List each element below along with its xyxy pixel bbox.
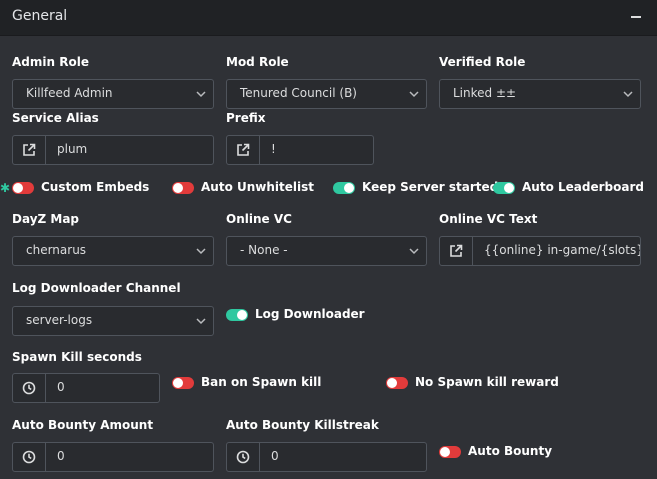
external-link-icon[interactable]	[440, 237, 473, 265]
log-downloader-toggle[interactable]	[226, 309, 248, 321]
bounty-killstreak-input[interactable]: 0	[226, 442, 427, 472]
log-channel-label: Log Downloader Channel	[12, 281, 181, 295]
admin-role-select[interactable]: Killfeed Admin	[12, 79, 214, 109]
bounty-amount-label: Auto Bounty Amount	[12, 418, 154, 432]
prefix-input[interactable]: !	[226, 135, 374, 165]
service-alias-value: plum	[57, 142, 88, 156]
online-vc-label: Online VC	[226, 212, 292, 226]
auto-leaderboard-label: Auto Leaderboard	[522, 180, 644, 194]
ban-spawn-kill-toggle[interactable]	[172, 377, 194, 389]
clock-icon	[227, 443, 260, 471]
online-vc-value: - None -	[240, 243, 288, 257]
dayz-map-select[interactable]: chernarus	[12, 236, 214, 266]
mod-role-select[interactable]: Tenured Council (B)	[226, 79, 427, 109]
online-vc-text-input[interactable]: {{online} in-game/{slots} slo	[439, 236, 641, 266]
bounty-killstreak-label: Auto Bounty Killstreak	[226, 418, 379, 432]
dayz-map-value: chernarus	[26, 243, 87, 257]
custom-embeds-label: Custom Embeds	[41, 180, 150, 194]
keep-server-started-label: Keep Server started	[362, 180, 499, 194]
prefix-label: Prefix	[226, 111, 266, 125]
chevron-down-icon	[623, 91, 633, 98]
ban-spawn-kill-label: Ban on Spawn kill	[201, 375, 322, 389]
section-header[interactable]: General	[0, 0, 657, 36]
online-vc-text-value: {{online} in-game/{slots} slo	[484, 243, 641, 257]
chevron-down-icon	[409, 91, 419, 98]
bounty-amount-input[interactable]: 0	[12, 442, 214, 472]
log-channel-select[interactable]: server-logs	[12, 306, 214, 336]
auto-unwhitelist-toggle[interactable]	[172, 182, 194, 194]
section-title: General	[12, 8, 68, 24]
service-alias-label: Service Alias	[12, 111, 99, 125]
auto-unwhitelist-label: Auto Unwhitelist	[201, 180, 314, 194]
custom-embeds-toggle[interactable]	[12, 182, 34, 194]
online-vc-select[interactable]: - None -	[226, 236, 427, 266]
chevron-down-icon	[196, 248, 206, 255]
mod-role-label: Mod Role	[226, 55, 289, 69]
auto-bounty-label: Auto Bounty	[468, 444, 553, 458]
external-link-icon[interactable]	[227, 136, 260, 164]
verified-role-value: Linked ±±	[453, 86, 517, 100]
verified-role-select[interactable]: Linked ±±	[439, 79, 641, 109]
external-link-icon[interactable]	[13, 136, 46, 164]
auto-leaderboard-toggle[interactable]	[493, 182, 515, 194]
log-channel-value: server-logs	[26, 313, 93, 327]
auto-bounty-toggle[interactable]	[439, 446, 461, 458]
chevron-down-icon	[196, 318, 206, 325]
online-vc-text-label: Online VC Text	[439, 212, 538, 226]
no-spawn-kill-reward-toggle[interactable]	[386, 377, 408, 389]
keep-server-started-toggle[interactable]	[333, 182, 355, 194]
admin-role-value: Killfeed Admin	[26, 86, 113, 100]
spawn-kill-label: Spawn Kill seconds	[12, 350, 142, 364]
clock-icon	[13, 443, 46, 471]
clock-icon	[13, 374, 46, 402]
prefix-value: !	[271, 142, 276, 156]
service-alias-input[interactable]: plum	[12, 135, 214, 165]
chevron-down-icon	[196, 91, 206, 98]
dayz-map-label: DayZ Map	[12, 212, 80, 226]
verified-role-label: Verified Role	[439, 55, 526, 69]
bounty-killstreak-value: 0	[271, 449, 279, 463]
spawn-kill-input[interactable]: 0	[12, 373, 160, 403]
collapse-icon[interactable]	[631, 16, 641, 18]
log-downloader-label: Log Downloader	[255, 307, 365, 321]
admin-role-label: Admin Role	[12, 55, 89, 69]
spawn-kill-value: 0	[57, 380, 65, 394]
chevron-down-icon	[409, 248, 419, 255]
drag-handle-icon: ✱	[0, 181, 11, 195]
no-spawn-kill-reward-label: No Spawn kill reward	[415, 375, 559, 389]
bounty-amount-value: 0	[57, 449, 65, 463]
mod-role-value: Tenured Council (B)	[240, 86, 357, 100]
